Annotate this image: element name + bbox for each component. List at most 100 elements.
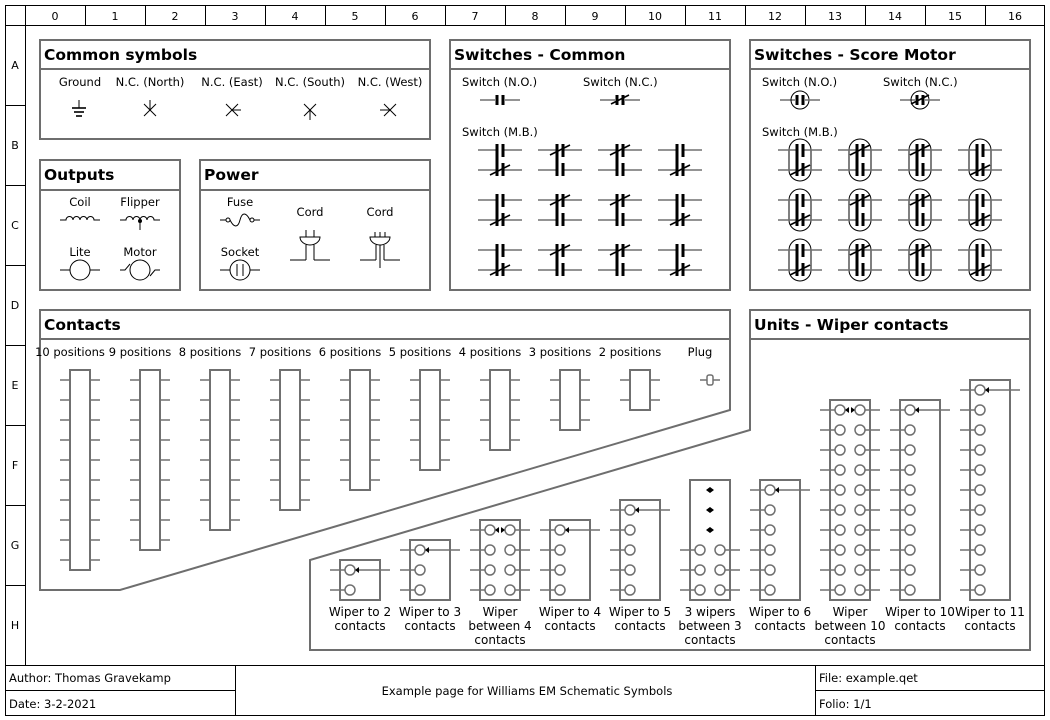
title-block: Author: Thomas Gravekamp Date: 3-2-2021 … xyxy=(5,665,1045,715)
column-header: 8 xyxy=(532,10,539,23)
section-wiper-contacts: Units - Wiper contacts Wiper to 2contact… xyxy=(309,309,1031,651)
section-title: Common symbols xyxy=(44,46,197,64)
symbol-label: Switch (N.C.) xyxy=(583,75,658,89)
switch-mb-icon xyxy=(658,194,702,226)
wiper-label: Wiper xyxy=(483,605,518,619)
score-motor-switch-mb-icon xyxy=(958,238,1002,282)
row-header: G xyxy=(11,539,20,552)
section-title: Contacts xyxy=(44,316,121,334)
contact-block-icon xyxy=(200,369,240,531)
wiper-unit-icon xyxy=(330,559,390,601)
contact-label: 6 positions xyxy=(319,345,382,359)
symbol-label: Motor xyxy=(123,245,157,259)
wiper-label: between 3 xyxy=(678,619,741,633)
row-headers: A B C D E F G H xyxy=(5,59,25,632)
column-headers: 0 1 2 3 4 5 6 7 8 9 10 11 12 13 14 15 16 xyxy=(52,5,1022,25)
score-motor-switch-mb-icon xyxy=(958,188,1002,232)
row-header: A xyxy=(11,59,19,72)
wiper-label: Wiper to 4 xyxy=(539,605,601,619)
symbol-label: Socket xyxy=(221,245,260,259)
score-motor-switch-nc-icon xyxy=(900,90,940,110)
wiper-label: Wiper to 2 xyxy=(329,605,391,619)
score-motor-switch-mb-icon xyxy=(838,138,882,182)
wiper-label: Wiper to 3 xyxy=(399,605,461,619)
switch-mb-icon xyxy=(478,144,522,176)
switch-mb-icon xyxy=(538,144,582,176)
plug-icon xyxy=(700,374,720,386)
wiper-label: contacts xyxy=(964,619,1015,633)
column-header: 16 xyxy=(1008,10,1022,23)
cord-2prong-icon xyxy=(290,230,330,261)
contact-block-icon xyxy=(480,369,520,451)
contact-block-icon xyxy=(620,369,660,411)
score-motor-switch-mb-grid xyxy=(778,138,1002,282)
contact-block-icon xyxy=(270,369,310,511)
nc-south-icon xyxy=(303,103,317,120)
wiper-label: between 4 xyxy=(468,619,531,633)
symbol-label: Ground xyxy=(59,75,101,89)
symbol-label: N.C. (West) xyxy=(358,75,423,89)
wiper-label: Wiper xyxy=(833,605,868,619)
ground-icon xyxy=(72,100,86,117)
author-field: Author: Thomas Gravekamp xyxy=(9,671,171,685)
contact-label: 4 positions xyxy=(459,345,522,359)
wiper-label: Wiper to 5 xyxy=(609,605,671,619)
wiper-label: contacts xyxy=(404,619,455,633)
nc-west-icon xyxy=(380,103,397,117)
column-header: 9 xyxy=(592,10,599,23)
score-motor-switch-mb-icon xyxy=(778,138,822,182)
contact-label: 7 positions xyxy=(249,345,312,359)
column-header: 14 xyxy=(888,10,902,23)
file-field: File: example.qet xyxy=(819,671,918,685)
motor-icon xyxy=(120,259,160,281)
column-header: 0 xyxy=(52,10,59,23)
cord-3prong-icon xyxy=(360,232,400,268)
symbol-label: Coil xyxy=(69,195,90,209)
section-switches-common: Switches - Common Switch (N.O.) Switch (… xyxy=(449,39,731,291)
wiper-unit-icon xyxy=(680,479,740,601)
switch-mb-icon xyxy=(658,244,702,276)
symbol-label: Switch (N.O.) xyxy=(762,75,837,89)
row-header: F xyxy=(12,459,18,472)
date-field: Date: 3-2-2021 xyxy=(9,697,96,711)
symbol-label: N.C. (South) xyxy=(275,75,345,89)
column-header: 1 xyxy=(112,10,119,23)
section-title: Outputs xyxy=(44,166,114,184)
wiper-unit-icon xyxy=(750,479,810,601)
score-motor-switch-mb-icon xyxy=(778,188,822,232)
row-header: C xyxy=(11,219,19,232)
column-header: 13 xyxy=(828,10,842,23)
column-header: 7 xyxy=(472,10,479,23)
wiper-label: Wiper to 10 xyxy=(885,605,955,619)
switch-mb-icon xyxy=(538,194,582,226)
score-motor-switch-mb-icon xyxy=(898,238,942,282)
contact-block-icon xyxy=(340,369,380,491)
contact-label: 8 positions xyxy=(179,345,242,359)
wiper-label: Wiper to 11 xyxy=(955,605,1025,619)
column-header: 3 xyxy=(232,10,239,23)
symbol-label: Switch (M.B.) xyxy=(462,125,538,139)
contact-block-icon xyxy=(550,369,590,431)
column-header: 4 xyxy=(292,10,299,23)
symbol-label: Switch (M.B.) xyxy=(762,125,838,139)
symbol-label: Switch (N.C.) xyxy=(883,75,958,89)
section-power: Power Fuse Socket Cord Cord xyxy=(199,159,431,291)
wiper-unit-icon xyxy=(540,519,600,601)
column-header: 11 xyxy=(708,10,722,23)
wiper-unit-icon xyxy=(400,539,460,601)
symbol-label: Switch (N.O.) xyxy=(462,75,537,89)
contact-block-icon xyxy=(410,369,450,471)
column-header: 12 xyxy=(768,10,782,23)
contact-label: 9 positions xyxy=(109,345,172,359)
section-common-symbols: Common symbols Ground N.C. (North) N.C. … xyxy=(39,39,431,140)
nc-north-icon xyxy=(143,100,157,117)
wiper-label: Wiper to 6 xyxy=(749,605,811,619)
page-title-field: Example page for Williams EM Schematic S… xyxy=(382,684,673,698)
contact-label: 3 positions xyxy=(529,345,592,359)
section-outputs: Outputs Coil Flipper Lite Motor xyxy=(39,159,181,291)
wiper-unit-icon xyxy=(470,519,530,601)
symbol-label: N.C. (East) xyxy=(201,75,262,89)
section-title: Power xyxy=(204,166,259,184)
flipper-coil-icon xyxy=(120,216,160,230)
column-header: 2 xyxy=(172,10,179,23)
